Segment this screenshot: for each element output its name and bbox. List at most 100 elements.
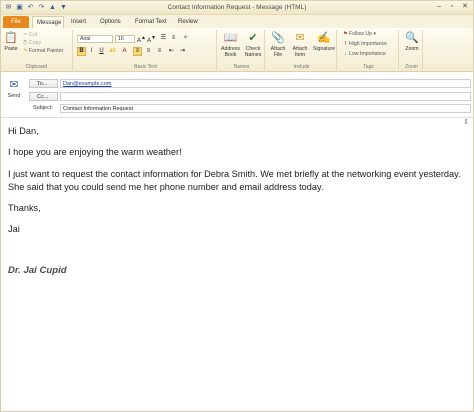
attach-item-button[interactable]: ✉ Attach Item xyxy=(289,31,311,58)
grow-font-button[interactable]: A▲ xyxy=(137,34,146,44)
paperclip-icon: 📎 xyxy=(271,32,285,44)
window-controls: – ▫ ✕ xyxy=(433,2,471,12)
copy-button[interactable]: ⎘Copy xyxy=(22,40,41,47)
address-book-button[interactable]: 📖 Address Book xyxy=(220,31,241,58)
zoom-group-label: Zoom xyxy=(405,64,418,70)
down-arrow-icon: ↓ xyxy=(344,51,347,57)
include-group: 📎 Attach File ✉ Attach Item ✍ Signature … xyxy=(267,30,337,70)
send-button[interactable]: ✉ Send xyxy=(3,75,25,109)
follow-up-label: Follow Up xyxy=(349,31,373,37)
numbering-icon[interactable]: ≡ xyxy=(169,34,178,43)
to-address[interactable]: Dan@example.com xyxy=(63,81,111,87)
cc-row: Cc... xyxy=(29,92,471,101)
tags-group: ⚑Follow Up ▾ ! High Importance ↓ Low Impor… xyxy=(339,30,399,70)
subject-label: Subject: xyxy=(33,105,53,111)
ribbon: 📋 Paste ✂Cut ⎘Copy ✎Format Painter Clipb… xyxy=(1,28,473,72)
attach-file-button[interactable]: 📎 Attach File xyxy=(268,31,288,58)
tab-insert[interactable]: Insert xyxy=(67,16,90,28)
format-painter-button[interactable]: ✎Format Painter xyxy=(22,48,63,55)
to-row: To... Dan@example.com xyxy=(29,79,471,88)
cut-label: Cut xyxy=(29,32,38,38)
flag-icon: ⚑ xyxy=(343,31,348,37)
body-paragraph-2: I just want to request the contact infor… xyxy=(8,168,461,192)
to-field[interactable]: Dan@example.com xyxy=(60,79,471,88)
align-right-button[interactable]: ≡ xyxy=(155,47,164,56)
zoom-label: Zoom xyxy=(405,46,419,52)
attach-file-label: Attach File xyxy=(270,46,286,58)
align-center-button[interactable]: ≡ xyxy=(144,47,153,56)
scissors-icon: ✂ xyxy=(23,32,28,38)
magnifier-icon: 🔍 xyxy=(405,32,419,44)
font-name-combo[interactable]: Arial xyxy=(77,35,113,43)
low-importance-label: Low Importance xyxy=(349,51,386,57)
signature-icon: ✍ xyxy=(317,32,331,44)
minimize-button[interactable]: – xyxy=(433,2,445,12)
clipboard-group-label: Clipboard xyxy=(25,64,48,70)
tab-message[interactable]: Message xyxy=(32,16,64,28)
bold-button[interactable]: B xyxy=(77,47,86,56)
align-left-button[interactable]: ≡ xyxy=(133,47,142,56)
underline-button[interactable]: U xyxy=(97,47,106,56)
follow-up-button[interactable]: ⚑Follow Up ▾ xyxy=(342,31,376,38)
basic-text-group: Arial 16 A▲ A▼ ☰ ≡ ✧ B I U ab A ≡ ≡ ≡ ⇤ … xyxy=(75,30,217,70)
body-paragraph-1: I hope you are enjoying the warm weather… xyxy=(8,147,182,158)
attach-item-label: Attach Item xyxy=(292,46,308,58)
send-icon: ✉ xyxy=(9,79,19,91)
font-size-combo[interactable]: 16 xyxy=(115,35,135,43)
zoom-button[interactable]: 🔍 Zoom xyxy=(402,31,422,52)
address-book-icon: 📖 xyxy=(223,32,238,44)
increase-indent-icon[interactable]: ⇥ xyxy=(178,47,187,56)
check-names-button[interactable]: ✔ Check Names xyxy=(242,31,264,58)
subject-row: Subject: Contact Information Request xyxy=(29,104,471,113)
window-title: Contact Information Request - Message (H… xyxy=(167,4,307,11)
message-body[interactable]: Hi Dan, I hope you are enjoying the warm… xyxy=(8,125,463,245)
cc-button[interactable]: Cc... xyxy=(29,92,58,101)
names-group: 📖 Address Book ✔ Check Names Names xyxy=(219,30,265,70)
to-button[interactable]: To... xyxy=(29,79,58,88)
close-button[interactable]: ✕ xyxy=(459,2,471,12)
email-signature: Dr. Jai Cupid xyxy=(8,265,67,276)
cc-field[interactable] xyxy=(60,92,471,101)
names-group-label: Names xyxy=(233,64,250,70)
email-compose-window: ✉ ▣ ↶ ↷ ▲ ▼ Contact Information Request … xyxy=(0,0,474,412)
tab-options[interactable]: Options xyxy=(96,16,125,28)
signature-label: Signature xyxy=(312,46,336,52)
ribbon-tabs: File Message Insert Options Format Text … xyxy=(1,15,473,28)
high-importance-button[interactable]: ! High Importance xyxy=(342,41,387,48)
highlight-color-icon[interactable]: ab xyxy=(108,47,117,56)
address-book-label: Address Book xyxy=(220,46,241,58)
clear-format-icon[interactable]: ✧ xyxy=(181,34,190,43)
envelope-attach-icon: ✉ xyxy=(295,32,305,44)
subject-field[interactable]: Contact Information Request xyxy=(60,104,471,113)
decrease-indent-icon[interactable]: ⇤ xyxy=(167,47,176,56)
italic-button[interactable]: I xyxy=(87,47,96,56)
greeting-line: Hi Dan, xyxy=(8,126,39,136)
tab-format-text[interactable]: Format Text xyxy=(131,16,171,28)
format-painter-label: Format Painter xyxy=(29,48,64,54)
closing-line: Thanks, xyxy=(8,202,41,213)
paste-label: Paste xyxy=(4,46,18,52)
clipboard-group: 📋 Paste ✂Cut ⎘Copy ✎Format Painter Clipb… xyxy=(1,30,73,70)
tab-review[interactable]: Review xyxy=(174,16,202,28)
basic-text-group-label: Basic Text xyxy=(134,64,157,70)
shrink-font-button[interactable]: A▼ xyxy=(147,34,156,44)
sender-name: Jai xyxy=(8,224,20,235)
bullets-icon[interactable]: ☰ xyxy=(159,34,168,43)
header-divider xyxy=(1,117,473,118)
send-label: Send xyxy=(7,93,21,99)
check-names-icon: ✔ xyxy=(248,32,258,44)
signature-button[interactable]: ✍ Signature xyxy=(312,31,336,52)
paste-button[interactable]: 📋 Paste xyxy=(3,31,19,52)
maximize-button[interactable]: ▫ xyxy=(446,2,458,12)
zoom-group: 🔍 Zoom Zoom xyxy=(401,30,423,70)
copy-label: Copy xyxy=(29,40,42,46)
title-bar: ✉ ▣ ↶ ↷ ▲ ▼ Contact Information Request … xyxy=(1,1,473,15)
tab-file[interactable]: File xyxy=(3,16,29,28)
high-importance-label: High Importance xyxy=(349,41,388,47)
font-color-icon[interactable]: A xyxy=(120,47,129,56)
low-importance-button[interactable]: ↓ Low Importance xyxy=(342,51,386,58)
include-group-label: Include xyxy=(293,64,310,70)
copy-icon: ⎘ xyxy=(23,40,28,46)
cut-button[interactable]: ✂Cut xyxy=(22,32,37,39)
scroll-arrow-icon[interactable]: ⇕ xyxy=(462,118,470,130)
